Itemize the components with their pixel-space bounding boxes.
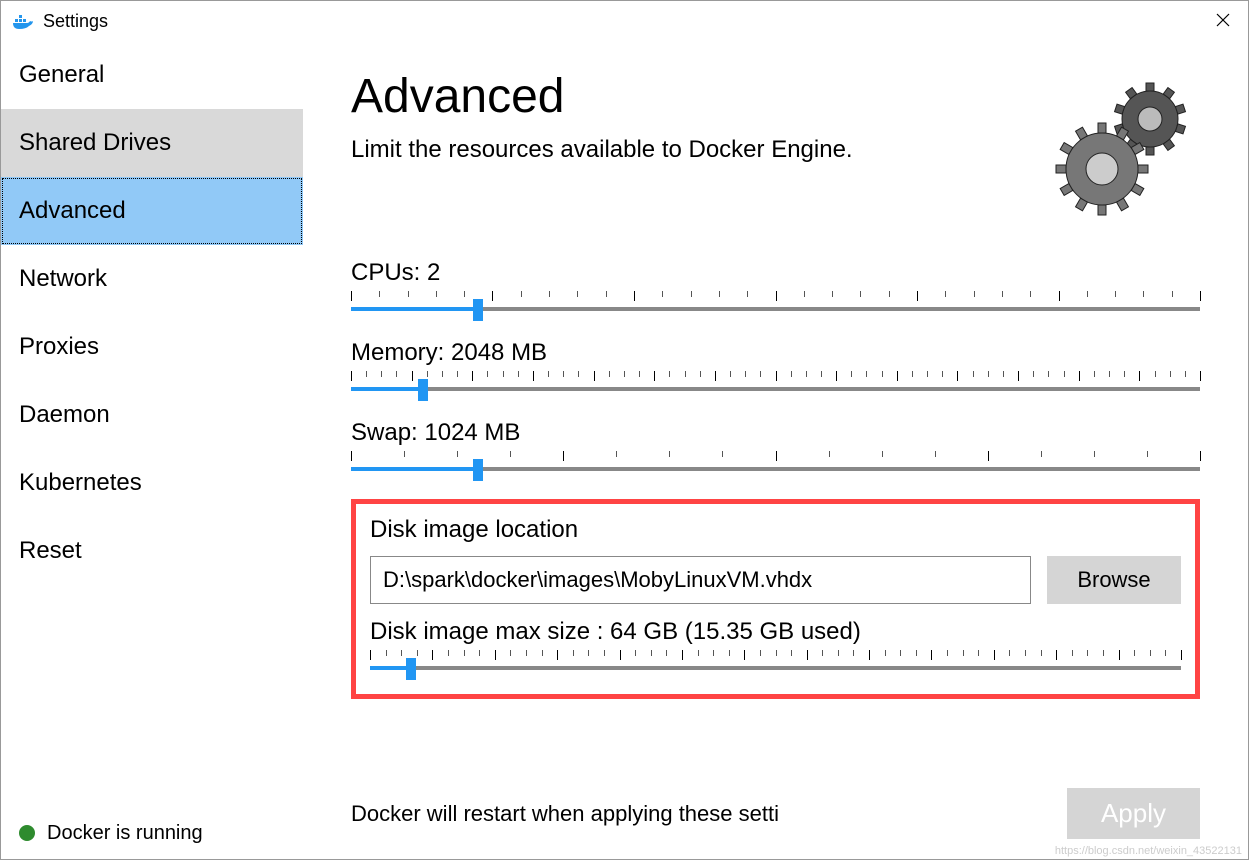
cpus-slider-group: CPUs: 2 [351, 259, 1200, 321]
watermark-text: https://blog.csdn.net/weixin_43522131 [1055, 845, 1242, 857]
swap-slider-group: Swap: 1024 MB [351, 419, 1200, 481]
close-button[interactable] [1208, 7, 1238, 36]
cpus-label: CPUs: 2 [351, 259, 1200, 287]
sidebar-item-daemon[interactable]: Daemon [1, 381, 303, 449]
sidebar-item-shared-drives[interactable]: Shared Drives [1, 109, 303, 177]
window-title: Settings [43, 11, 108, 32]
settings-window: Settings GeneralShared DrivesAdvancedNet… [0, 0, 1249, 860]
sidebar-item-reset[interactable]: Reset [1, 517, 303, 585]
disk-size-label: Disk image max size : 64 GB (15.35 GB us… [370, 618, 1181, 646]
main-panel: Advanced Limit the resources available t… [303, 41, 1248, 859]
sidebar-item-network[interactable]: Network [1, 245, 303, 313]
footer: Docker will restart when applying these … [351, 768, 1200, 839]
browse-button[interactable]: Browse [1047, 556, 1181, 604]
memory-slider-group: Memory: 2048 MB [351, 339, 1200, 401]
apply-button[interactable]: Apply [1067, 788, 1200, 839]
page-subtitle: Limit the resources available to Docker … [351, 134, 871, 165]
status-dot-icon [19, 825, 35, 841]
sidebar-item-proxies[interactable]: Proxies [1, 313, 303, 381]
page-title: Advanced [351, 69, 1030, 124]
memory-label: Memory: 2048 MB [351, 339, 1200, 367]
sidebar-item-advanced[interactable]: Advanced [1, 177, 303, 245]
sidebar: GeneralShared DrivesAdvancedNetworkProxi… [1, 41, 303, 859]
status-bar: Docker is running [1, 807, 303, 859]
gears-icon [1050, 69, 1200, 219]
swap-slider[interactable] [351, 451, 1200, 481]
restart-notice: Docker will restart when applying these … [351, 801, 779, 827]
disk-location-label: Disk image location [370, 516, 1181, 544]
cpus-slider[interactable] [351, 291, 1200, 321]
disk-path-input[interactable] [370, 556, 1031, 604]
docker-whale-icon [11, 11, 35, 31]
sidebar-item-kubernetes[interactable]: Kubernetes [1, 449, 303, 517]
sidebar-item-general[interactable]: General [1, 41, 303, 109]
disk-image-highlight-box: Disk image location Browse Disk image ma… [351, 499, 1200, 699]
titlebar: Settings [1, 1, 1248, 41]
disk-size-slider[interactable] [370, 650, 1181, 680]
swap-label: Swap: 1024 MB [351, 419, 1200, 447]
memory-slider[interactable] [351, 371, 1200, 401]
status-text: Docker is running [47, 822, 203, 845]
